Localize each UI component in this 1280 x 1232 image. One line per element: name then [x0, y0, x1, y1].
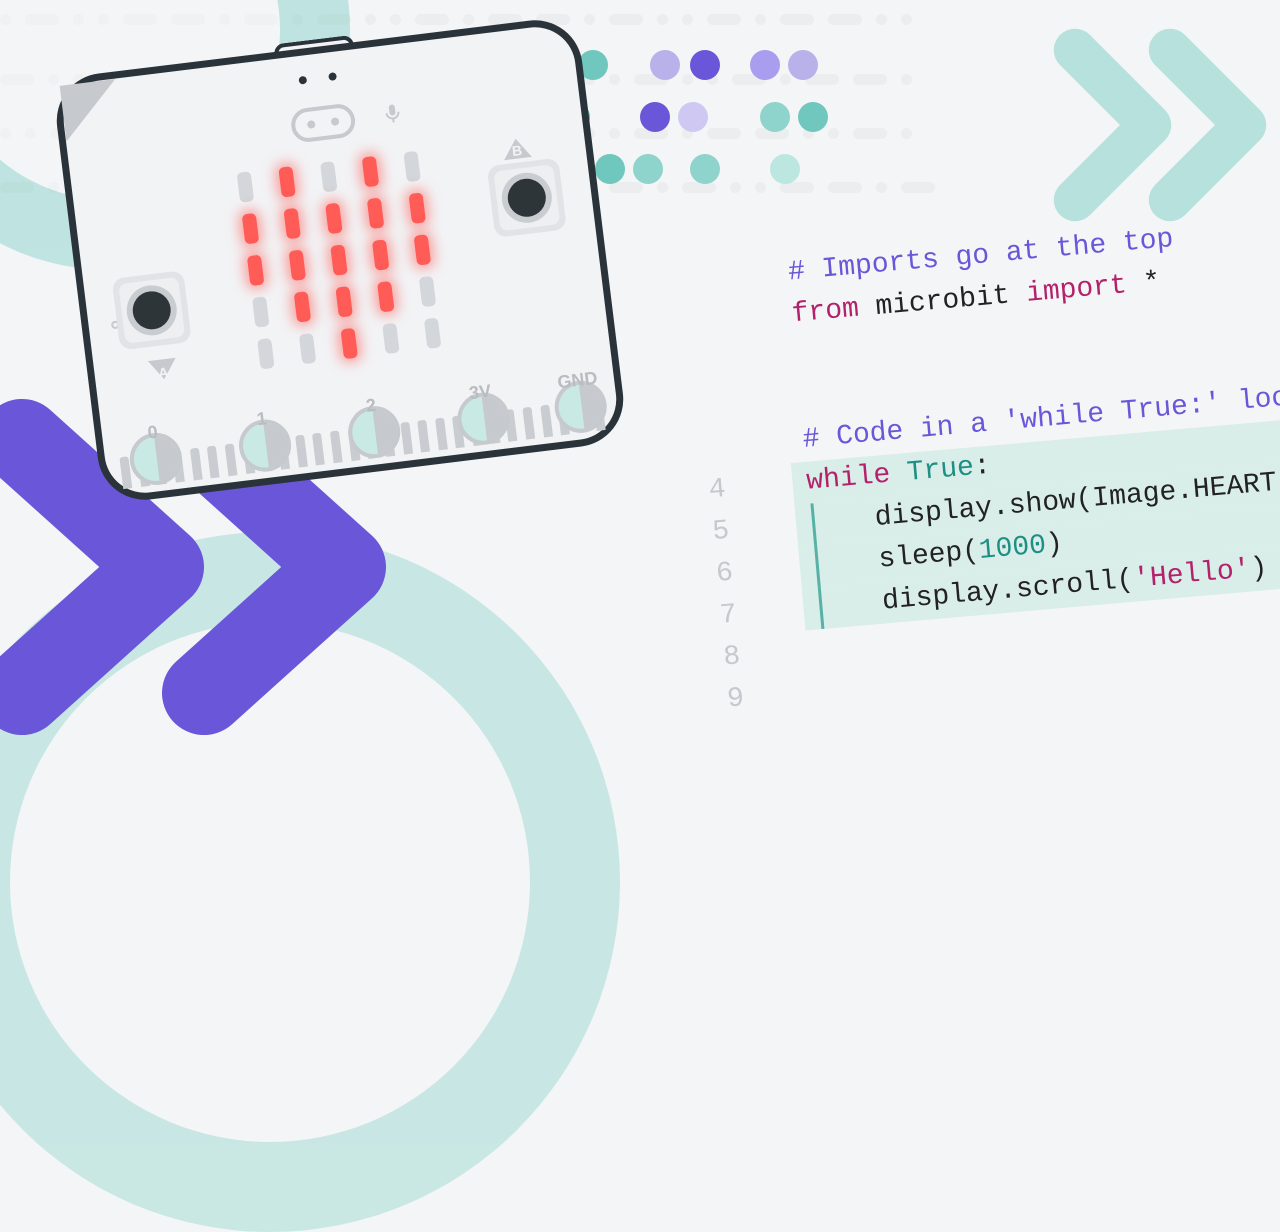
microbit-board: A B 0 1 2 3V GND: [51, 14, 629, 505]
button-b-flag: B: [502, 137, 532, 160]
pin-label: 0: [146, 422, 159, 444]
button-a-flag: A: [148, 358, 178, 381]
button-b[interactable]: [487, 158, 567, 238]
line-numbers: 4 5 6 7 8 9: [707, 469, 746, 722]
led-matrix: [232, 150, 447, 374]
pin-label: 1: [256, 408, 269, 430]
antenna-corner: [60, 79, 122, 141]
code-block: 4 5 6 7 8 9 # Imports go at the top from…: [772, 208, 1280, 631]
microphone-icon: [383, 103, 402, 131]
button-a[interactable]: [112, 270, 192, 350]
pin-label: 2: [365, 395, 378, 417]
pin-label: 3V: [468, 381, 492, 405]
